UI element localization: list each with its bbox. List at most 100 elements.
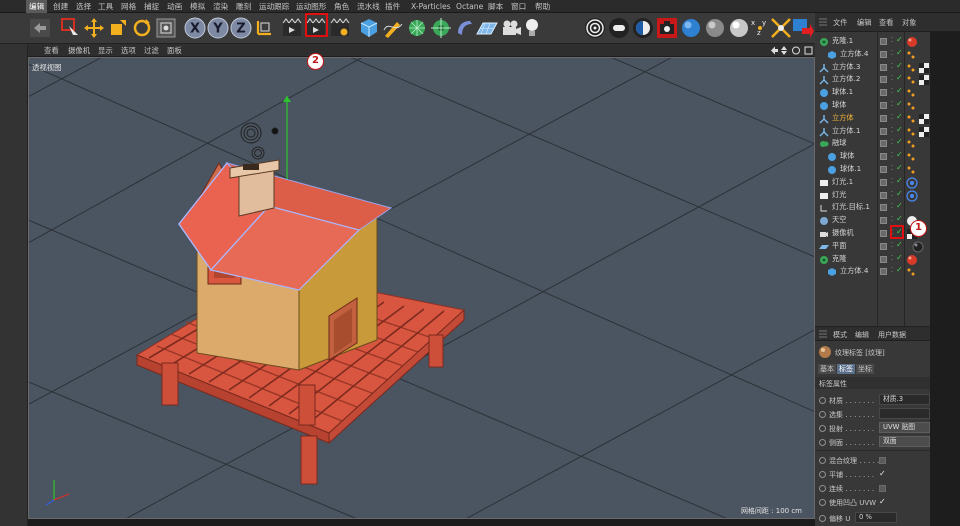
object-name[interactable]: 立方体.4 <box>840 49 868 59</box>
octane-sphere-icon[interactable] <box>679 16 703 40</box>
octane-object-tag-icon[interactable] <box>703 16 727 40</box>
material-tag-icon[interactable] <box>906 189 930 202</box>
visibility-dots-icon[interactable]: ⁚ <box>891 202 893 210</box>
visibility-dots-icon[interactable]: ⁚ <box>891 74 893 82</box>
visibility-dots-icon[interactable]: ⁚ <box>891 126 893 134</box>
object-row[interactable]: 克隆.1 ⁚ ✓ <box>815 35 930 48</box>
projection-dropdown[interactable]: UVW 贴图 <box>879 422 930 433</box>
om-tab-view[interactable]: 查看 <box>879 18 893 28</box>
object-row[interactable]: 融球 ⁚ ✓ <box>815 137 930 150</box>
material-tag-icon[interactable] <box>906 62 930 74</box>
seamless-radio[interactable] <box>819 485 826 492</box>
object-row[interactable]: 立方体.4 ⁚ ✓ <box>815 48 930 61</box>
enabled-check-icon[interactable]: ✓ <box>896 150 903 159</box>
octane-settings-icon[interactable] <box>607 16 631 40</box>
layer-toggle-icon[interactable] <box>880 89 887 97</box>
am-tab-user-data[interactable]: 用户数据 <box>878 330 906 340</box>
om-tab-file[interactable]: 文件 <box>833 18 847 28</box>
enabled-check-icon[interactable]: ✓ <box>896 240 903 249</box>
visibility-dots-icon[interactable]: ⁚ <box>891 62 893 70</box>
object-name[interactable]: 平面 <box>832 241 846 251</box>
enabled-check-icon[interactable]: ✓ <box>896 176 903 185</box>
enabled-check-icon[interactable]: ✓ <box>896 112 903 121</box>
object-name[interactable]: 立方体.1 <box>832 126 860 136</box>
layer-toggle-icon[interactable] <box>880 204 887 212</box>
material-tag-icon[interactable] <box>906 113 930 125</box>
layer-toggle-icon[interactable] <box>880 50 887 58</box>
object-row[interactable]: 立方体.2 ⁚ ✓ <box>815 73 930 86</box>
enabled-check-icon[interactable]: ✓ <box>896 73 903 82</box>
material-tag-icon[interactable] <box>906 164 930 176</box>
viewport-menu-view[interactable]: 查看 <box>44 44 59 57</box>
object-name[interactable]: 立方体 <box>832 113 854 123</box>
layer-toggle-icon[interactable] <box>880 178 887 186</box>
layer-toggle-icon[interactable] <box>880 102 887 109</box>
offset-u-radio[interactable] <box>819 515 826 522</box>
enabled-check-icon[interactable]: ✓ <box>896 265 903 274</box>
coordinate-system-icon[interactable] <box>252 16 276 40</box>
enabled-check-icon[interactable]: ✓ <box>896 214 903 223</box>
object-row[interactable]: 球体.1 ⁚ ✓ <box>815 86 930 99</box>
menu-window[interactable]: 窗口 <box>511 0 526 13</box>
enabled-check-icon[interactable]: ✓ <box>896 189 903 198</box>
octane-material-icon[interactable] <box>631 16 655 40</box>
layer-toggle-icon[interactable] <box>880 140 887 148</box>
viewport-menu-panel[interactable]: 面板 <box>167 44 182 57</box>
perspective-viewport[interactable]: 透视视图 网格间距 : 100 cm <box>28 57 815 519</box>
menu-create[interactable]: 创建 <box>53 0 68 13</box>
layer-toggle-icon[interactable] <box>880 217 887 225</box>
object-row[interactable]: 球体 ⁚ ✓ <box>815 99 930 112</box>
selection-radio[interactable] <box>819 411 826 418</box>
menu-mesh[interactable]: 网格 <box>121 0 136 13</box>
object-name[interactable]: 球体 <box>832 100 846 110</box>
scale-tool-icon[interactable] <box>106 16 130 40</box>
menu-x-particles[interactable]: X-Particles <box>411 0 451 13</box>
menu-select[interactable]: 选择 <box>76 0 91 13</box>
material-tag-icon[interactable] <box>906 36 930 48</box>
octane-camera-icon[interactable] <box>655 16 679 40</box>
viewport-menu-options[interactable]: 选项 <box>121 44 136 57</box>
material-tag-icon[interactable] <box>906 151 930 163</box>
enabled-check-icon[interactable]: ✓ <box>896 201 903 210</box>
enabled-check-icon[interactable]: ✓ <box>896 163 903 172</box>
visibility-dots-icon[interactable]: ⁚ <box>891 241 893 249</box>
projection-radio[interactable] <box>819 425 826 432</box>
menu-snap[interactable]: 捕捉 <box>144 0 159 13</box>
object-name[interactable]: 灯光 <box>832 190 846 200</box>
material-tag-icon[interactable] <box>906 254 930 266</box>
menu-simulate[interactable]: 模拟 <box>190 0 205 13</box>
material-field[interactable]: 材质.3 <box>879 394 930 405</box>
tile-checkbox-checked-icon[interactable]: ✓ <box>879 470 886 478</box>
object-row[interactable]: 平面 ⁚ ✓ <box>815 240 930 253</box>
object-name[interactable]: 融球 <box>832 138 846 148</box>
octane-import-icon[interactable] <box>790 16 814 40</box>
object-name[interactable]: 立方体.2 <box>832 74 860 84</box>
menu-help[interactable]: 帮助 <box>535 0 550 13</box>
object-row[interactable]: 灯光.目标.1 ⁚ ✓ <box>815 201 930 214</box>
rotate-tool-icon[interactable] <box>130 16 154 40</box>
am-subtab-tag[interactable]: 标签 <box>837 364 855 374</box>
material-tag-icon[interactable] <box>906 87 930 99</box>
enabled-check-icon[interactable]: ✓ <box>896 35 903 44</box>
menu-animate[interactable]: 动画 <box>167 0 182 13</box>
object-name[interactable]: 克隆 <box>832 254 846 264</box>
object-row[interactable]: 立方体.3 ⁚ ✓ <box>815 61 930 74</box>
enabled-check-icon[interactable]: ✓ <box>896 125 903 134</box>
render-view-icon[interactable] <box>280 16 304 40</box>
am-subtab-basic[interactable]: 基本 <box>818 364 836 374</box>
visibility-dots-icon[interactable]: ⁚ <box>891 164 893 172</box>
object-name[interactable]: 立方体.3 <box>832 62 860 72</box>
material-tag-icon[interactable] <box>906 138 930 150</box>
enabled-check-icon[interactable]: ✓ <box>896 99 903 108</box>
light-icon[interactable] <box>520 16 544 40</box>
om-tab-edit[interactable]: 编辑 <box>857 18 871 28</box>
material-tag-icon[interactable] <box>906 241 930 253</box>
menu-character[interactable]: 角色 <box>334 0 349 13</box>
object-row[interactable]: 灯光 ⁚ ✓ <box>815 189 930 202</box>
material-tag-icon[interactable] <box>906 266 930 278</box>
pen-spline-icon[interactable] <box>381 16 405 40</box>
object-row[interactable]: 克隆 ⁚ ✓ <box>815 253 930 266</box>
bump-uvw-radio[interactable] <box>819 499 826 506</box>
object-row[interactable]: 灯光.1 ⁚ ✓ <box>815 176 930 189</box>
menu-tools[interactable]: 工具 <box>98 0 113 13</box>
